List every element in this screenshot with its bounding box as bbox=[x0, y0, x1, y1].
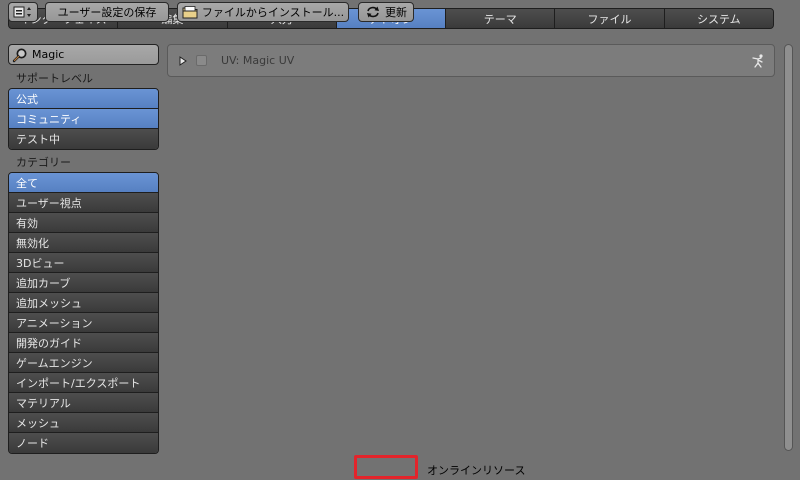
category-item-13[interactable]: ノード bbox=[9, 433, 158, 453]
search-input[interactable]: Magic bbox=[32, 48, 64, 61]
online-resources-label: オンラインリソース bbox=[427, 464, 526, 477]
category-item-0[interactable]: 全て bbox=[9, 173, 158, 193]
addon-search-field[interactable]: Magic bbox=[8, 44, 159, 65]
category-list: 全て ユーザー視点 有効 無効化 3Dビュー 追加カーブ 追加メッシュ アニメーション 開発のガ… bbox=[8, 172, 159, 454]
folder-icon bbox=[182, 6, 198, 19]
category-item-9[interactable]: ゲームエンジン bbox=[9, 353, 158, 373]
refresh-label: 更新 bbox=[385, 6, 407, 19]
refresh-button[interactable]: 更新 bbox=[358, 2, 414, 22]
addon-enable-checkbox[interactable] bbox=[196, 55, 207, 66]
category-item-1[interactable]: ユーザー視点 bbox=[9, 193, 158, 213]
category-item-3[interactable]: 無効化 bbox=[9, 233, 158, 253]
category-item-10[interactable]: インポート/エクスポート bbox=[9, 373, 158, 393]
install-from-file-button[interactable]: ファイルからインストール... bbox=[177, 2, 349, 22]
refresh-highlight-box bbox=[354, 455, 418, 479]
editor-type-button[interactable] bbox=[8, 2, 38, 22]
preferences-icon bbox=[13, 6, 31, 18]
category-heading: カテゴリー bbox=[16, 156, 71, 169]
category-item-6[interactable]: 追加メッシュ bbox=[9, 293, 158, 313]
support-level-item-1[interactable]: コミュニティ bbox=[9, 109, 158, 129]
expand-triangle-icon[interactable] bbox=[178, 55, 188, 66]
support-level-item-0[interactable]: 公式 bbox=[9, 89, 158, 109]
install-from-file-label: ファイルからインストール... bbox=[201, 6, 345, 19]
scrollbar-thumb[interactable] bbox=[785, 45, 792, 450]
addon-row[interactable]: UV: Magic UV bbox=[167, 44, 775, 77]
tab-4[interactable]: テーマ bbox=[446, 9, 556, 28]
support-level-item-2[interactable]: テスト中 bbox=[9, 129, 158, 149]
category-item-7[interactable]: アニメーション bbox=[9, 313, 158, 333]
addon-name: UV: Magic UV bbox=[221, 54, 295, 67]
scrollbar[interactable] bbox=[784, 44, 793, 451]
refresh-icon bbox=[367, 6, 379, 18]
category-item-12[interactable]: メッシュ bbox=[9, 413, 158, 433]
save-user-settings-button[interactable]: ユーザー設定の保存 bbox=[45, 2, 169, 22]
community-icon bbox=[752, 54, 763, 68]
search-icon bbox=[12, 48, 27, 62]
tab-6[interactable]: システム bbox=[664, 9, 773, 28]
category-item-4[interactable]: 3Dビュー bbox=[9, 253, 158, 273]
category-item-5[interactable]: 追加カーブ bbox=[9, 273, 158, 293]
support-level-list: 公式 コミュニティ テスト中 bbox=[8, 88, 159, 150]
category-item-8[interactable]: 開発のガイド bbox=[9, 333, 158, 353]
support-level-heading: サポートレベル bbox=[16, 72, 93, 85]
category-item-2[interactable]: 有効 bbox=[9, 213, 158, 233]
save-user-settings-label: ユーザー設定の保存 bbox=[57, 6, 157, 19]
category-item-11[interactable]: マテリアル bbox=[9, 393, 158, 413]
tab-5[interactable]: ファイル bbox=[555, 9, 665, 28]
